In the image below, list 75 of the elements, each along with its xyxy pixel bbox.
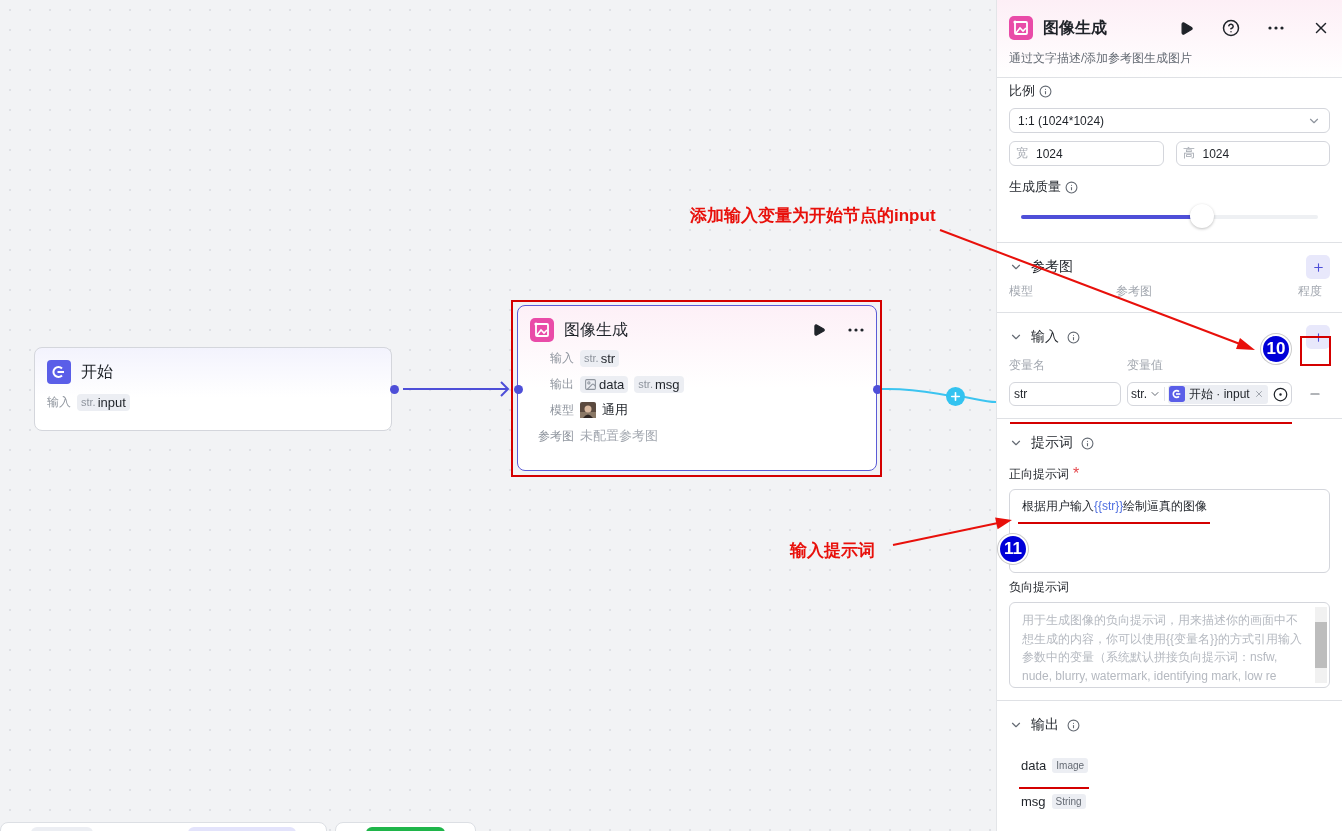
image-icon [530,318,554,342]
more-icon [1268,26,1284,30]
port-dot[interactable] [514,385,523,394]
underline-mark [1019,787,1089,789]
node-title: 开始 [81,361,113,382]
variable-tag: str.str [580,349,620,367]
info-icon[interactable] [1067,718,1080,732]
column-header: 模型 [1009,283,1033,300]
scrollbar[interactable] [1315,607,1327,683]
column-header: 变量名 [1009,357,1045,374]
field-label: 正向提示词 [1009,465,1069,483]
type-tag: String [1051,793,1086,809]
highlight-frame [1300,336,1331,366]
annotation-note: 添加输入变量为开始节点的input [690,205,936,227]
play-icon [812,323,826,337]
column-header: 程度 [1298,283,1323,300]
variable-tag: str.input [77,393,130,411]
field-label: 输入 [47,393,71,411]
height-field[interactable]: 高 1024 [1175,141,1330,166]
port-dot[interactable] [873,385,882,394]
panel-description: 通过文字描述/添加参考图生成图片 [1009,50,1194,67]
target-icon[interactable] [1273,386,1288,402]
annotation-note: 输入提示词 [790,540,875,562]
output-name: msg [1021,793,1046,809]
reference-status: 未配置参考图 [580,427,658,445]
section-title: 输出 [1031,716,1059,734]
image-generation-node[interactable]: 图像生成 输入 str.str 输出 data str.msg 模型 通用 参考图 未配置参考图 [517,305,877,471]
info-icon[interactable] [1039,84,1052,98]
more-icon [848,328,864,332]
info-icon[interactable] [1081,436,1094,450]
type-tag: Image [1052,757,1089,773]
port-dot[interactable] [390,385,399,394]
field-label: 生成质量 [1009,178,1061,196]
variable-name-field[interactable]: str [1009,382,1121,406]
variable-value-field[interactable]: str. 开始 · input [1127,382,1292,406]
start-icon [47,360,71,384]
column-header: 变量值 [1127,357,1163,374]
field-label: 模型 [549,401,574,419]
panel-title: 图像生成 [1043,17,1107,38]
help-icon [1222,19,1240,37]
plus-icon [1311,260,1325,274]
field-label: 比例 [1009,82,1035,100]
image-icon [584,377,597,391]
node-title: 图像生成 [564,319,628,340]
play-icon [1179,20,1194,36]
add-button[interactable] [1306,255,1330,279]
image-icon [1009,16,1033,40]
add-button[interactable] [1306,325,1330,349]
info-icon[interactable] [1067,330,1080,344]
model-name: 通用 [602,401,628,419]
start-icon [1169,386,1185,402]
add-node-button[interactable] [946,387,965,406]
field-label: 负向提示词 [1009,579,1070,596]
section-title: 提示词 [1031,434,1073,452]
run-button[interactable] [812,323,826,337]
field-label: 输出 [549,375,574,393]
help-button[interactable] [1222,19,1240,37]
section-title: 输入 [1031,328,1059,346]
slider-thumb[interactable] [1190,204,1215,228]
width-field[interactable]: 宽 1024 [1009,141,1164,166]
ratio-select[interactable]: 1:1 (1024*1024) [1009,108,1330,133]
output-name: data [1021,757,1047,773]
reference-tag: 开始 · input [1168,384,1268,404]
step-marker: 10 [1261,334,1291,364]
start-node[interactable]: 开始 输入 str.input [34,347,392,431]
field-label: 输入 [549,349,574,367]
run-button[interactable] [1179,20,1194,36]
info-icon[interactable] [1065,180,1078,194]
variable-tag: str.msg [634,375,684,393]
output-tag: data [580,375,629,393]
column-header: 参考图 [1116,283,1152,300]
field-label: 参考图 [537,427,574,445]
required-mark: * [1073,465,1080,483]
type-select[interactable]: str. [1131,387,1165,401]
plus-icon [949,390,962,403]
